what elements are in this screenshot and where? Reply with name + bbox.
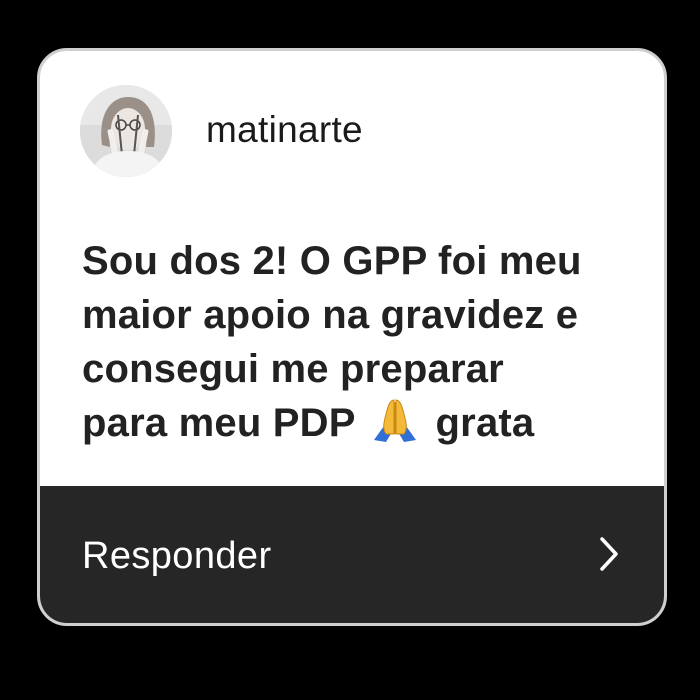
- chevron-right-icon: [598, 536, 620, 577]
- message-line: para meu PDP: [82, 401, 355, 445]
- message-line: consegui me preparar: [82, 347, 504, 391]
- reply-button[interactable]: Responder: [40, 486, 664, 623]
- card-header: matinarte: [40, 51, 664, 221]
- folded-hands-emoji-icon: [370, 396, 420, 456]
- avatar[interactable]: [80, 85, 172, 177]
- username[interactable]: matinarte: [206, 111, 363, 148]
- story-reply-card: matinarte Sou dos 2! O GPP foi meu maior…: [37, 48, 667, 626]
- reply-label: Responder: [82, 534, 272, 577]
- message-text: Sou dos 2! O GPP foi meu maior apoio na …: [82, 234, 642, 456]
- user-avatar-icon: [80, 85, 172, 177]
- message-suffix: grata: [435, 401, 535, 445]
- message-line: Sou dos 2! O GPP foi meu: [82, 239, 582, 283]
- message-line: maior apoio na gravidez e: [82, 293, 579, 337]
